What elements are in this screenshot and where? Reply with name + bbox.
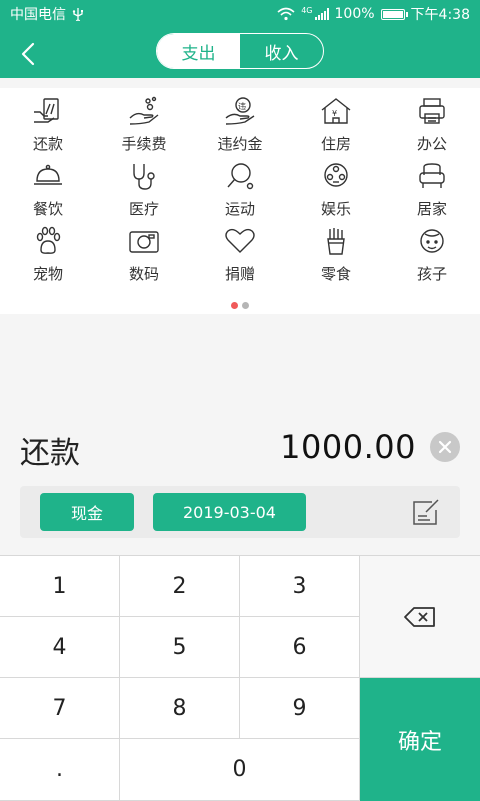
child-icon [420, 229, 444, 253]
key-7[interactable]: 7 [0, 678, 120, 739]
key-decimal[interactable]: . [0, 739, 120, 801]
category-repayment[interactable]: 还款 [0, 94, 96, 159]
wifi-icon [277, 7, 295, 21]
amount-display: 1000.00 [280, 428, 416, 466]
key-6[interactable]: 6 [240, 617, 360, 678]
category-medical[interactable]: 医疗 [96, 159, 192, 224]
category-sports[interactable]: 运动 [192, 159, 288, 224]
key-0[interactable]: 0 [120, 739, 360, 801]
clear-button[interactable] [430, 432, 460, 462]
usb-icon [72, 8, 83, 21]
category-label: 孩子 [416, 265, 447, 283]
options-bar: 现金 2019-03-04 [20, 486, 460, 538]
category-entertainment[interactable]: 娱乐 [288, 159, 384, 224]
donation-icon [225, 228, 255, 253]
amount-row: 还款 1000.00 [0, 420, 480, 476]
office-icon [419, 98, 445, 124]
category-pet[interactable]: 宠物 [0, 224, 96, 289]
category-label: 还款 [32, 135, 63, 153]
type-toggle: 支出 收入 [156, 33, 324, 69]
category-penalty[interactable]: 违 违约金 [192, 94, 288, 159]
pet-icon [36, 226, 61, 254]
network-type: 4G [301, 6, 313, 15]
repayment-icon [34, 98, 59, 123]
carrier-label: 中国电信 [10, 7, 66, 23]
page-dot[interactable] [242, 302, 249, 309]
camera-icon [129, 231, 159, 253]
battery-percent: 100% [334, 6, 375, 22]
back-button[interactable] [10, 36, 46, 72]
category-donation[interactable]: 捐赠 [192, 224, 288, 289]
category-label: 娱乐 [320, 200, 351, 218]
sports-icon [227, 163, 254, 190]
fee-icon [129, 96, 159, 125]
snack-icon [327, 228, 345, 255]
edit-note-icon [413, 499, 439, 525]
entertainment-icon [324, 163, 348, 187]
key-3[interactable]: 3 [240, 556, 360, 617]
tab-income[interactable]: 收入 [240, 34, 323, 68]
close-icon [438, 440, 452, 454]
housing-icon: ¥ [321, 98, 351, 124]
clock: 下午4:38 [410, 7, 470, 23]
confirm-button[interactable]: 确定 [360, 678, 480, 801]
numeric-keypad: 1 2 3 4 5 6 7 8 9 . 0 确定 [0, 555, 480, 801]
category-fee[interactable]: 手续费 [96, 94, 192, 159]
key-9[interactable]: 9 [240, 678, 360, 739]
status-bar: 中国电信 4G 100% 下午4:38 [0, 0, 480, 28]
key-4[interactable]: 4 [0, 617, 120, 678]
category-housing[interactable]: ¥ 住房 [288, 94, 384, 159]
selected-category: 还款 [20, 436, 80, 471]
category-label: 违约金 [217, 135, 263, 153]
backspace-icon [404, 606, 435, 627]
category-label: 住房 [320, 135, 351, 153]
category-office[interactable]: 办公 [384, 94, 480, 159]
header: 支出 收入 [0, 28, 480, 78]
category-child[interactable]: 孩子 [384, 224, 480, 289]
page-indicator [0, 302, 480, 309]
category-label: 办公 [416, 135, 447, 153]
home-icon [419, 163, 445, 188]
category-label: 运动 [224, 200, 255, 218]
category-snack[interactable]: 零食 [288, 224, 384, 289]
category-label: 餐饮 [32, 200, 63, 218]
key-8[interactable]: 8 [120, 678, 240, 739]
key-1[interactable]: 1 [0, 556, 120, 617]
key-5[interactable]: 5 [120, 617, 240, 678]
page-dot-active[interactable] [231, 302, 238, 309]
tab-expense[interactable]: 支出 [157, 34, 240, 68]
category-label: 手续费 [121, 135, 167, 153]
note-button[interactable] [410, 496, 442, 528]
category-panel: 还款 手续费 违 违约金 ¥ 住房 办公 餐饮 医疗 运动 娱乐 居家 宠物 数… [0, 88, 480, 314]
key-2[interactable]: 2 [120, 556, 240, 617]
category-digital[interactable]: 数码 [96, 224, 192, 289]
svg-text:违: 违 [238, 102, 246, 111]
category-label: 居家 [416, 200, 447, 218]
category-label: 捐赠 [224, 265, 255, 283]
date-button[interactable]: 2019-03-04 [153, 493, 306, 531]
battery-icon [380, 8, 408, 20]
category-home[interactable]: 居家 [384, 159, 480, 224]
category-label: 宠物 [32, 265, 63, 283]
signal-icon [314, 8, 329, 20]
dining-icon [34, 164, 62, 185]
category-label: 零食 [320, 265, 351, 283]
medical-icon [133, 164, 155, 190]
category-label: 数码 [128, 265, 159, 283]
chevron-left-icon [21, 42, 35, 66]
penalty-icon: 违 [225, 97, 255, 125]
svg-text:¥: ¥ [332, 109, 337, 118]
category-dining[interactable]: 餐饮 [0, 159, 96, 224]
category-label: 医疗 [128, 200, 159, 218]
account-button[interactable]: 现金 [40, 493, 134, 531]
backspace-button[interactable] [360, 556, 480, 678]
